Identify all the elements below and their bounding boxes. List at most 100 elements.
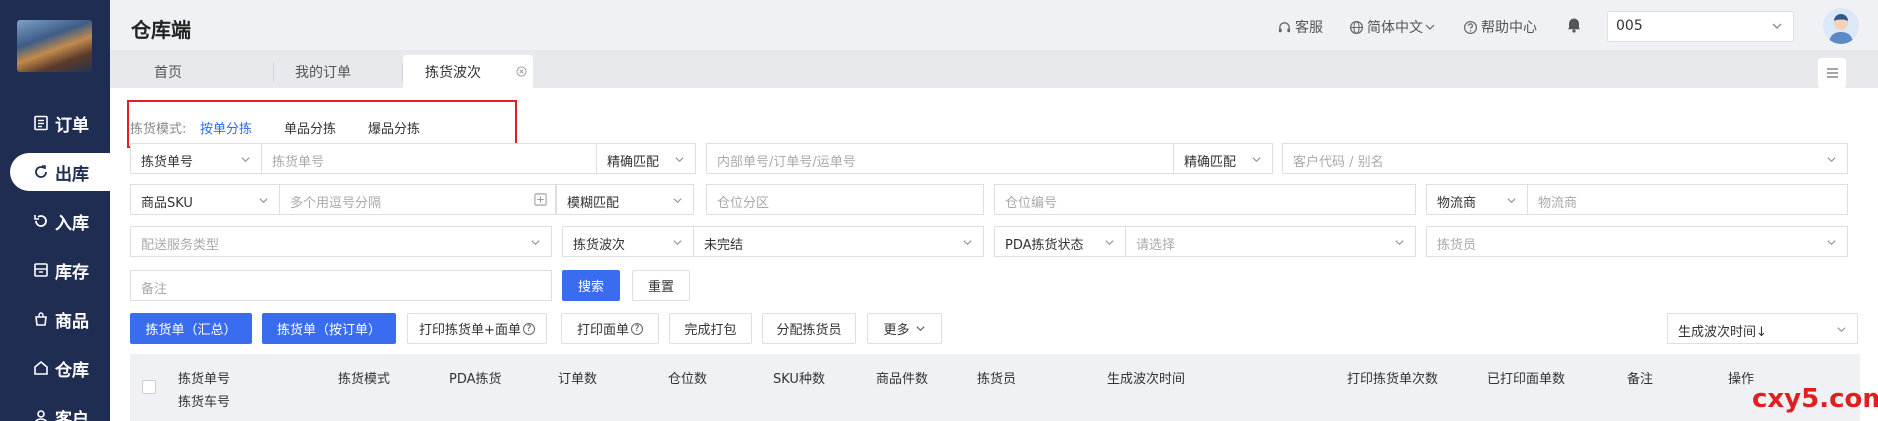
col-picker: 拣货员 — [977, 372, 1017, 387]
menu-icon — [1826, 68, 1838, 78]
pick-sheet-by-order-button[interactable]: 拣货单（按订单） — [262, 313, 396, 344]
print-label-button[interactable]: 打印面单 ? — [561, 313, 659, 344]
col-wave-time: 生成波次时间 — [1107, 372, 1186, 387]
col-sku-count: SKU种数 — [773, 372, 825, 387]
chevron-down-icon — [1837, 327, 1846, 333]
inventory-icon — [32, 261, 50, 279]
pick-mode-hot-item[interactable]: 爆品分拣 — [368, 118, 420, 137]
select-all-checkbox[interactable] — [142, 380, 156, 394]
notification-bell[interactable] — [1566, 16, 1585, 33]
chevron-down-icon — [1425, 24, 1435, 30]
warehouse-icon — [32, 359, 50, 377]
product-icon — [32, 310, 50, 328]
avatar[interactable] — [1823, 8, 1859, 44]
table-header — [130, 354, 1860, 421]
globe-icon — [1349, 20, 1364, 34]
top-header: 仓库端 客服 简体中文 帮助中心 005 — [110, 0, 1878, 50]
chevron-down-icon — [241, 157, 250, 163]
order-no-input[interactable]: 内部单号/订单号/运单号 — [706, 143, 1174, 174]
col-actions: 操作 — [1728, 372, 1755, 387]
sidebar-item-customers[interactable]: 客户 — [10, 398, 110, 421]
sidebar-item-label: 库存 — [55, 262, 89, 283]
col-pda-pick: PDA拣货 — [449, 372, 502, 387]
chevron-down-icon — [1252, 157, 1261, 163]
order-no-match-select[interactable]: 精确匹配 — [1173, 143, 1273, 174]
col-pick-no: 拣货单号 — [178, 372, 231, 387]
chevron-down-icon — [1772, 23, 1782, 29]
tab-menu-button[interactable] — [1818, 58, 1846, 88]
sidebar: 订单 出库 入库 库存 商品 仓库 客户 — [0, 0, 110, 421]
col-printed-labels: 已打印面单数 — [1487, 372, 1566, 387]
app-title: 仓库端 — [131, 18, 191, 42]
wave-type-select[interactable]: 拣货波次 — [562, 226, 694, 257]
search-button[interactable]: 搜索 — [562, 270, 620, 301]
language-select[interactable]: 简体中文 — [1349, 17, 1438, 37]
tab-pick-waves[interactable]: 拣货波次 — [403, 55, 533, 88]
chevron-down-icon — [1507, 198, 1516, 204]
pick-no-type-select[interactable]: 拣货单号 — [130, 143, 262, 174]
sidebar-item-label: 商品 — [55, 311, 89, 332]
assign-picker-button[interactable]: 分配拣货员 — [762, 313, 856, 344]
close-circle-icon[interactable] — [516, 66, 527, 77]
sidebar-item-inbound[interactable]: 入库 — [10, 202, 110, 240]
carrier-type-select[interactable]: 物流商 — [1426, 184, 1528, 215]
help-center-link[interactable]: 帮助中心 — [1463, 17, 1537, 37]
chevron-down-icon — [673, 240, 682, 246]
col-item-count: 商品件数 — [876, 372, 929, 387]
store-select[interactable]: 005 — [1607, 11, 1794, 42]
carrier-input[interactable]: 物流商 — [1527, 184, 1848, 215]
pda-status-select[interactable]: 请选择 — [1125, 226, 1416, 257]
tab-bar: 首页 我的订单 拣货波次 — [110, 50, 1878, 88]
sidebar-item-warehouse[interactable]: 仓库 — [10, 349, 110, 387]
sku-input[interactable]: 多个用逗号分隔 — [279, 184, 556, 215]
sku-type-select[interactable]: 商品SKU — [130, 184, 280, 215]
sidebar-item-outbound[interactable]: 出库 — [10, 153, 110, 191]
col-order-count: 订单数 — [558, 372, 598, 387]
chevron-down-icon — [915, 326, 925, 332]
bell-icon — [1567, 18, 1581, 33]
col-remark: 备注 — [1627, 372, 1654, 387]
remark-input[interactable]: 备注 — [130, 270, 552, 301]
chevron-down-icon — [531, 240, 540, 246]
help-icon: ? — [522, 322, 535, 335]
col-location-count: 仓位数 — [668, 372, 708, 387]
headset-icon — [1278, 21, 1291, 32]
reset-button[interactable]: 重置 — [632, 270, 690, 301]
pick-mode-label: 拣货模式: — [130, 122, 187, 137]
location-code-input[interactable]: 仓位编号 — [994, 184, 1416, 215]
inbound-icon — [32, 212, 50, 230]
print-pick-sheet-label-button[interactable]: 打印拣货单+面单 ? — [407, 313, 547, 344]
wave-status-select[interactable]: 未完结 — [693, 226, 984, 257]
sidebar-item-products[interactable]: 商品 — [10, 300, 110, 338]
sku-match-select[interactable]: 模糊匹配 — [556, 184, 694, 215]
complete-pack-button[interactable]: 完成打包 — [669, 313, 752, 344]
chevron-down-icon — [1827, 157, 1836, 163]
tab-my-orders[interactable]: 我的订单 — [274, 55, 414, 88]
sidebar-item-label: 出库 — [55, 164, 89, 185]
order-icon — [32, 114, 50, 132]
sidebar-item-label: 仓库 — [55, 360, 89, 381]
batch-input-icon[interactable] — [534, 193, 547, 206]
pick-no-match-select[interactable]: 精确匹配 — [596, 143, 696, 174]
pick-sheet-summary-button[interactable]: 拣货单（汇总） — [130, 313, 252, 344]
location-zone-input[interactable]: 仓位分区 — [706, 184, 984, 215]
customer-code-select[interactable]: 客户代码 / 别名 — [1282, 143, 1848, 174]
support-link[interactable]: 客服 — [1277, 17, 1323, 37]
watermark: cxy5.com — [1752, 384, 1878, 414]
pick-no-input[interactable]: 拣货单号 — [261, 143, 597, 174]
pick-mode-single-item[interactable]: 单品分拣 — [284, 118, 336, 137]
pick-mode-by-order[interactable]: 按单分拣 — [200, 118, 252, 137]
pda-status-type-select[interactable]: PDA拣货状态 — [994, 226, 1126, 257]
sort-select[interactable]: 生成波次时间↓ — [1667, 313, 1858, 344]
tab-home[interactable]: 首页 — [126, 55, 246, 88]
chevron-down-icon — [259, 198, 268, 204]
picker-select[interactable]: 拣货员 — [1426, 226, 1848, 257]
sidebar-item-inventory[interactable]: 库存 — [10, 251, 110, 289]
col-pick-mode: 拣货模式 — [338, 372, 391, 387]
user-avatar-icon — [1829, 14, 1853, 44]
help-icon — [1463, 20, 1478, 34]
sidebar-item-orders[interactable]: 订单 — [10, 104, 110, 142]
more-button[interactable]: 更多 — [867, 313, 942, 344]
delivery-service-select[interactable]: 配送服务类型 — [130, 226, 552, 257]
chevron-down-icon — [1105, 240, 1114, 246]
